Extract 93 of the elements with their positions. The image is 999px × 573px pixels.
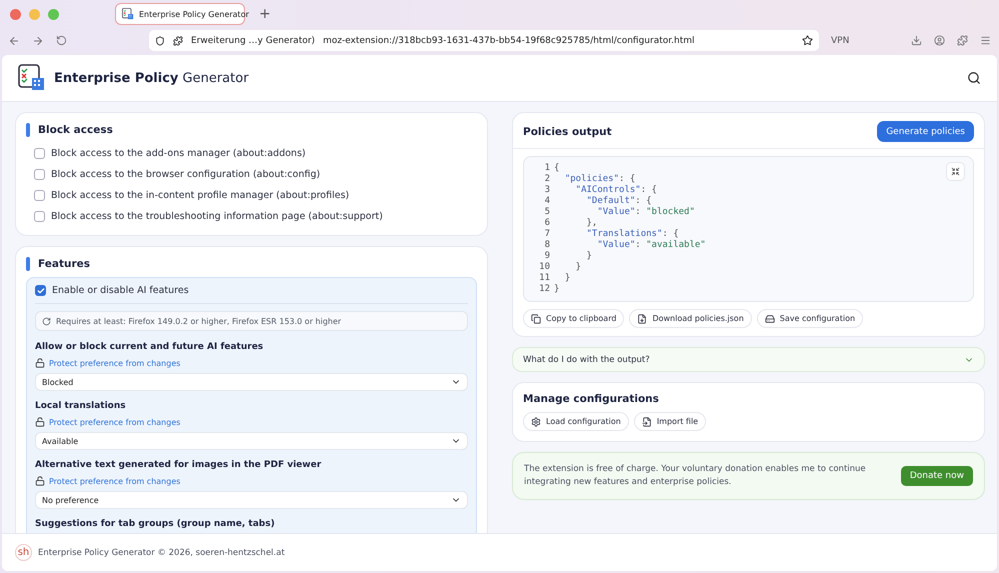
checkbox-option[interactable]: Block access to the browser configuration (about:config) <box>26 164 477 185</box>
footer-text: Enterprise Policy Generator © 2026, soeren-hentzschel.at <box>38 548 285 558</box>
protect-link[interactable]: Protect preference from changes <box>35 476 468 486</box>
code-line: } <box>574 262 582 273</box>
protect-link[interactable]: Protect preference from changes <box>35 417 468 427</box>
line-number: 9 <box>544 251 550 262</box>
file-icon <box>637 314 648 324</box>
line-number: 10 <box>538 262 550 273</box>
select-field[interactable]: No preference <box>35 491 468 509</box>
section-marker <box>26 123 30 137</box>
protect-link[interactable]: Protect preference from changes <box>35 358 468 368</box>
checkbox-option[interactable]: Block access to the troubleshooting information page (about:support) <box>26 206 477 227</box>
reload-icon[interactable] <box>56 35 67 46</box>
code-line: { <box>554 163 560 174</box>
unlock-icon <box>35 417 45 427</box>
code-line: "Translations": { <box>586 229 679 240</box>
line-number: 7 <box>544 229 550 240</box>
line-number: 5 <box>544 207 550 218</box>
generate-button[interactable]: Generate policies <box>877 121 974 142</box>
checkbox-option[interactable]: Block access to the add-ons manager (about:addons) <box>26 143 477 164</box>
code-line: "policies": { <box>564 174 636 185</box>
menu-icon[interactable] <box>980 35 991 46</box>
checklist-logo-icon <box>122 8 134 20</box>
action-button[interactable]: Import file <box>634 412 706 431</box>
puzzle-icon <box>173 36 183 46</box>
checkbox[interactable] <box>34 169 45 180</box>
checkbox[interactable] <box>34 148 45 159</box>
checkbox[interactable] <box>34 190 45 201</box>
section-marker <box>26 257 30 271</box>
shield-icon <box>155 36 165 46</box>
back-icon[interactable] <box>8 34 20 46</box>
checkbox-option[interactable]: Enable or disable AI features <box>35 280 468 301</box>
code-line: }, <box>586 218 598 229</box>
checkbox[interactable] <box>34 211 45 222</box>
donation-text: The extension is free of charge. Your voluntary donation enables me to continue integrating new features and enterprise policies. <box>524 463 867 489</box>
copy-icon <box>531 314 541 324</box>
action-button[interactable]: Save configuration <box>756 309 864 328</box>
section-title: Policies output <box>523 126 612 138</box>
line-number: 1 <box>544 163 550 174</box>
setting-title: Alternative text generated for images in the PDF viewer <box>35 460 322 470</box>
search-icon[interactable] <box>967 71 981 85</box>
code-line: } <box>564 273 570 284</box>
checkbox-option[interactable]: Block access to the in-content profile manager (about:profiles) <box>26 185 477 206</box>
action-button[interactable]: Download policies.json <box>629 309 752 328</box>
url-text: moz-extension://318bcb93-1631-437b-bb54-19f68c925785/html/configurator.html <box>322 36 696 46</box>
update-icon <box>42 316 51 326</box>
file-import-icon <box>642 416 652 426</box>
close-window-button[interactable] <box>10 8 21 20</box>
code-line: } <box>586 251 592 262</box>
line-number: 11 <box>538 273 550 284</box>
setting-title: Suggestions for tab groups (group name, tabs) <box>35 519 276 529</box>
collapse-icon <box>951 167 960 176</box>
faq-accordion[interactable]: What do I do with the output? <box>512 347 985 372</box>
vpn-button[interactable]: VPN <box>831 36 850 46</box>
extensions-icon[interactable] <box>957 35 968 46</box>
donate-button[interactable]: Donate now <box>900 466 973 486</box>
checkbox[interactable] <box>35 285 46 296</box>
code-line: "Default": { <box>586 196 652 207</box>
address-bar[interactable]: Erweiterung …y Generator) moz-extension://318bcb93-1631-437b-bb54-19f68c925785/html/configurator.html <box>149 30 819 51</box>
collapse-button[interactable] <box>946 162 965 181</box>
settings-icon <box>531 416 541 426</box>
line-number: 4 <box>544 196 550 207</box>
code-line: "AIControls": { <box>574 185 657 196</box>
select-field[interactable]: Blocked <box>35 373 468 391</box>
action-button[interactable]: Copy to clipboard <box>523 309 624 328</box>
line-number: 12 <box>538 284 550 295</box>
code-line: "Value": "blocked" <box>596 207 695 218</box>
star-icon <box>802 35 813 46</box>
unlock-icon <box>35 358 45 368</box>
checklist-logo-icon <box>18 64 46 92</box>
forward-icon[interactable] <box>32 34 44 46</box>
select-field[interactable]: Available <box>35 432 468 450</box>
setting-title: Local translations <box>35 401 127 411</box>
setting-title: Allow or block current and future AI features <box>35 342 264 352</box>
section-title: Block access <box>38 124 113 136</box>
action-button[interactable]: Load configuration <box>523 412 629 431</box>
line-number: 6 <box>544 218 550 229</box>
code-line: } <box>554 284 560 295</box>
line-number: 2 <box>544 174 550 185</box>
avatar-icon[interactable] <box>934 35 945 46</box>
section-title: Manage configurations <box>523 393 659 405</box>
section-title: Features <box>38 258 90 270</box>
extension-label: Erweiterung …y Generator) <box>191 36 315 46</box>
line-number: 3 <box>544 185 550 196</box>
code-line: "Value": "available" <box>596 240 706 251</box>
unlock-icon <box>35 476 45 486</box>
requirement-note: Requires at least: Firefox 149.0.2 or higher, Firefox ESR 153.0 or higher <box>35 311 468 331</box>
site-logo: sh <box>15 544 32 561</box>
app-title: Enterprise Policy Generator <box>54 70 249 86</box>
drive-icon <box>764 314 775 324</box>
line-number: 8 <box>544 240 550 251</box>
new-tab-button[interactable]: + <box>259 6 271 22</box>
download-icon[interactable] <box>911 35 922 46</box>
